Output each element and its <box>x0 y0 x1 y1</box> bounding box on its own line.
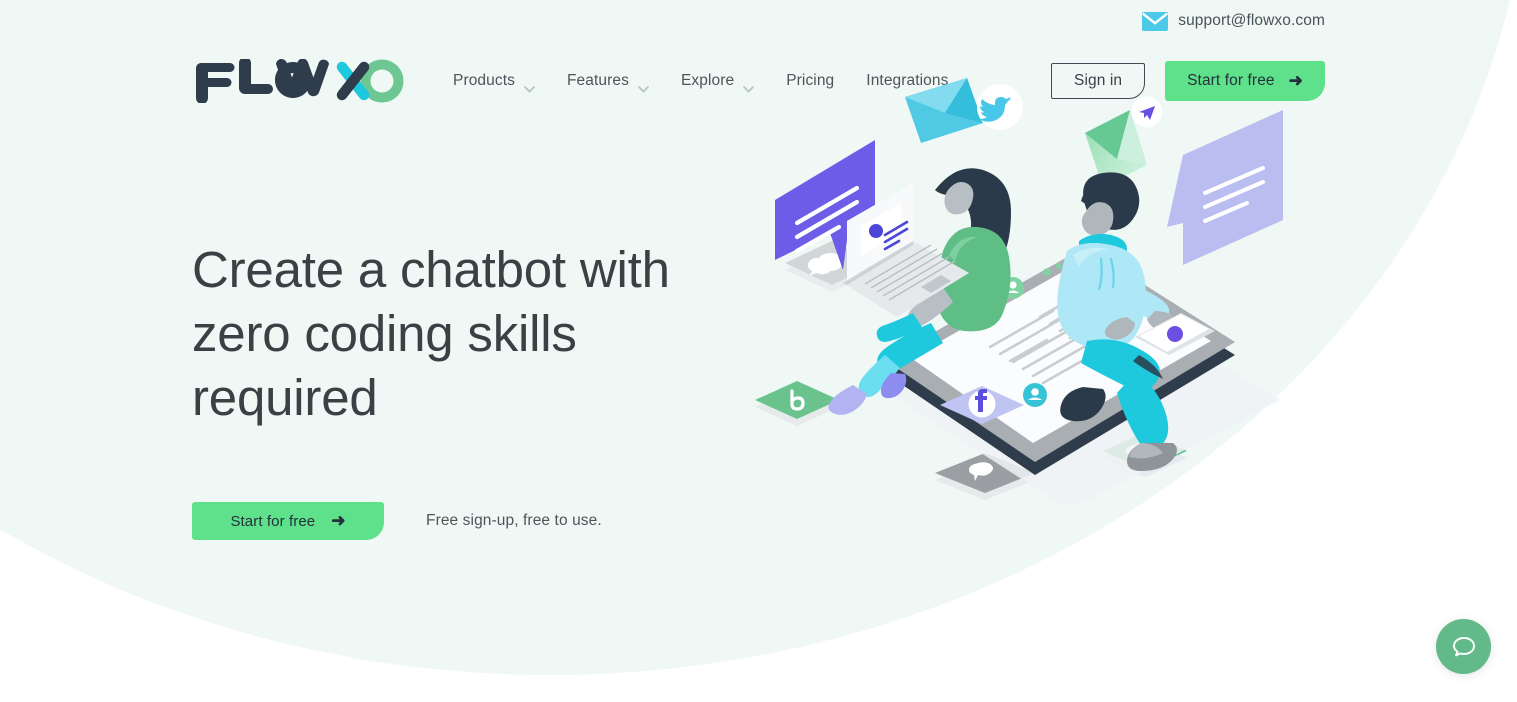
hero-start-for-free-button[interactable]: Start for free ➜ <box>192 502 384 540</box>
chevron-down-icon <box>638 80 649 93</box>
nav-item-products[interactable]: Products <box>453 72 535 93</box>
arrow-right-icon: ➜ <box>331 511 346 530</box>
telegram-icon <box>1131 96 1163 128</box>
hero-copy: Create a chatbot with zero coding skills… <box>192 120 752 702</box>
flowxo-logo[interactable] <box>192 59 405 103</box>
envelope-cyan <box>905 78 983 143</box>
hero-cta-row: Start for free ➜ Free sign-up, free to u… <box>192 502 752 540</box>
envelope-icon <box>1142 11 1169 31</box>
chat-widget-button[interactable] <box>1436 619 1491 674</box>
hero-subnote: Free sign-up, free to use. <box>426 512 602 529</box>
hero-cta-label: Start for free <box>230 512 316 530</box>
tile-bitly-green <box>755 381 839 426</box>
utility-bar: support@flowxo.com <box>1142 0 1517 42</box>
chevron-down-icon <box>524 80 535 93</box>
landing-page: support@flowxo.com Products Features Exp… <box>0 0 1517 702</box>
speech-bubble-lavender <box>1167 110 1283 265</box>
nav-label: Features <box>566 72 629 89</box>
isometric-chatbot-illustration <box>735 55 1305 505</box>
nav-item-features[interactable]: Features <box>566 72 649 93</box>
chat-bubble-icon <box>1451 634 1477 660</box>
page-title: Create a chatbot with zero coding skills… <box>192 241 670 426</box>
support-email[interactable]: support@flowxo.com <box>1178 12 1325 30</box>
nav-label: Explore <box>680 72 735 89</box>
nav-label: Products <box>453 72 515 89</box>
twitter-icon <box>977 84 1023 130</box>
